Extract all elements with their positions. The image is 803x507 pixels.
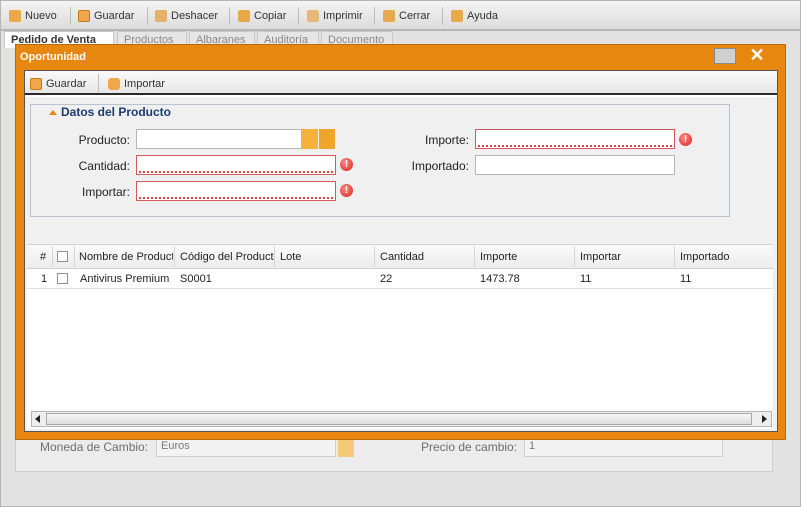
producto-input[interactable] (136, 129, 302, 149)
close-doc-button[interactable]: Cerrar (383, 8, 430, 24)
col-header-lote[interactable]: Lote (280, 251, 301, 263)
importe-label: Importe: (424, 133, 469, 147)
importado-input[interactable] (475, 155, 675, 175)
col-header-nombre[interactable]: Nombre de Producto (79, 251, 173, 263)
undo-button[interactable]: Deshacer (155, 8, 218, 24)
modal-close-icon[interactable]: ✕ (742, 45, 772, 65)
cell-codigo: S0001 (180, 273, 212, 285)
print-label: Imprimir (323, 10, 363, 22)
exchange-rate-field[interactable]: 1 (524, 437, 723, 457)
section-title: Datos del Producto (61, 105, 172, 119)
help-icon (451, 10, 463, 22)
main-toolbar: Nuevo Guardar Deshacer Copiar Imprimir C… (0, 0, 801, 30)
importado-label: Importado: (411, 159, 469, 173)
close-icon (383, 10, 395, 22)
producto-label: Producto: (78, 133, 130, 147)
import-label: Importar (124, 78, 165, 90)
cell-importado: 11 (680, 273, 692, 285)
save-button[interactable]: Guardar (78, 8, 134, 24)
row-divider (27, 288, 773, 289)
section-header[interactable]: Datos del Producto (45, 105, 176, 119)
import-icon (108, 78, 120, 90)
importar-input[interactable] (136, 181, 336, 201)
copy-icon (238, 10, 250, 22)
modal-toolbar: Guardar Importar (25, 71, 777, 95)
cantidad-error-icon: ! (340, 158, 353, 171)
new-label: Nuevo (25, 10, 57, 22)
printer-icon (307, 10, 319, 22)
row-num: 1 (41, 273, 48, 285)
copy-button[interactable]: Copiar (238, 8, 286, 24)
help-button[interactable]: Ayuda (451, 8, 498, 24)
save-label: Guardar (94, 10, 135, 22)
close-doc-label: Cerrar (399, 10, 431, 22)
select-all-checkbox[interactable] (57, 251, 68, 262)
currency-lookup-icon[interactable] (338, 437, 354, 457)
scroll-right-icon[interactable] (762, 415, 767, 423)
col-header-importado[interactable]: Importado (680, 251, 730, 263)
importar-error-icon: ! (340, 184, 353, 197)
cell-nombre: Antivirus Premium (80, 273, 170, 285)
floppy-icon (78, 10, 90, 22)
print-button[interactable]: Imprimir (307, 8, 363, 24)
importe-error-icon: ! (679, 133, 692, 146)
product-grid (27, 244, 773, 429)
undo-label: Deshacer (171, 10, 219, 22)
row-checkbox[interactable] (57, 273, 68, 284)
cell-importe: 1473.78 (480, 273, 520, 285)
importar-label: Importar: (81, 185, 130, 199)
col-header-codigo[interactable]: Código del Producto (180, 251, 274, 263)
currency-field[interactable]: Euros (156, 437, 336, 457)
collapse-arrow-icon[interactable] (49, 109, 57, 115)
cell-importar: 11 (580, 273, 592, 285)
scrollbar-thumb[interactable] (46, 413, 752, 425)
restore-icon[interactable] (714, 48, 736, 64)
scroll-left-icon[interactable] (35, 415, 40, 423)
col-header-importe[interactable]: Importe (480, 251, 517, 263)
modal-title: Oportunidad (20, 51, 86, 63)
currency-label: Moneda de Cambio: (40, 440, 149, 454)
floppy-icon (30, 78, 42, 90)
search-icon[interactable] (302, 129, 318, 149)
col-header-cantidad[interactable]: Cantidad (380, 251, 424, 263)
col-header-importar[interactable]: Importar (580, 251, 621, 263)
col-header-num[interactable]: # (40, 251, 46, 263)
copy-label: Copiar (254, 10, 287, 22)
cell-cantidad: 22 (380, 273, 393, 285)
modal-save-button[interactable]: Guardar (30, 76, 86, 92)
gear-icon[interactable] (319, 129, 335, 149)
cantidad-input[interactable] (136, 155, 336, 175)
importe-input[interactable] (475, 129, 675, 149)
new-button[interactable]: Nuevo (9, 8, 57, 24)
exchange-rate-label: Precio de cambio: (421, 440, 518, 454)
modal-save-label: Guardar (46, 78, 87, 90)
import-button[interactable]: Importar (108, 76, 165, 92)
plus-icon (9, 10, 21, 22)
cantidad-label: Cantidad: (78, 159, 130, 173)
help-label: Ayuda (467, 10, 498, 22)
undo-icon (155, 10, 167, 22)
